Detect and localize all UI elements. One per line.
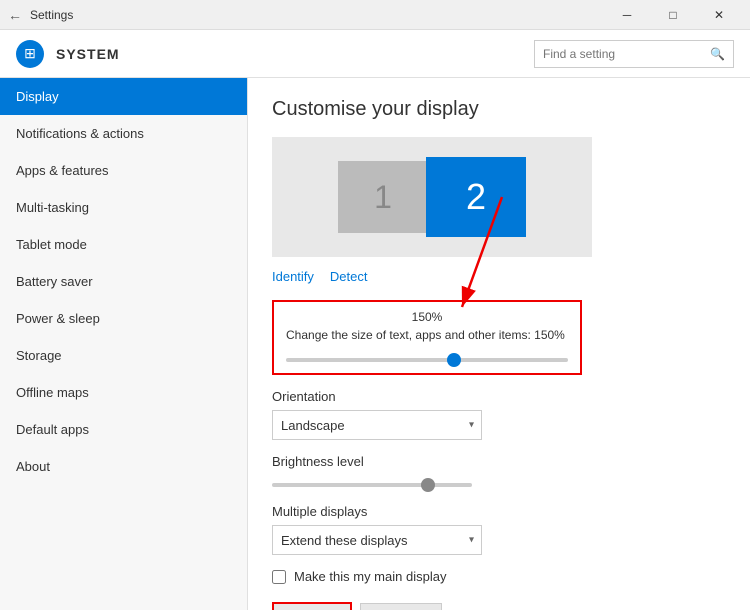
sidebar-item-default[interactable]: Default apps [0,411,247,448]
identify-detect-row: Identify Detect [272,269,726,284]
scale-desc: Change the size of text, apps and other … [286,328,568,342]
titlebar-left: ← Settings [8,7,73,23]
sidebar-item-about[interactable]: About [0,448,247,485]
search-icon: 🔍 [710,47,725,61]
scale-slider[interactable] [286,358,568,362]
back-button[interactable]: ← [8,7,22,23]
sidebar-item-apps[interactable]: Apps & features [0,152,247,189]
system-icon: ⊞ [16,40,44,68]
main-layout: Display Notifications & actions Apps & f… [0,78,750,610]
sidebar-item-display[interactable]: Display [0,78,247,115]
app-header-left: ⊞ SYSTEM [16,40,120,68]
multiple-displays-label: Multiple displays [272,504,726,519]
page-title: Customise your display [272,98,726,121]
monitor-2[interactable]: 2 [426,157,526,237]
orientation-dropdown-wrapper: Landscape Portrait Landscape (flipped) P… [272,410,482,440]
make-main-label[interactable]: Make this my main display [294,569,446,584]
close-button[interactable]: ✕ [696,0,742,30]
sidebar-item-tablet[interactable]: Tablet mode [0,226,247,263]
titlebar-controls: ─ □ ✕ [604,0,742,30]
annotation-container: 1 2 [272,137,592,257]
multiple-displays-dropdown-wrapper: Extend these displays Duplicate these di… [272,525,482,555]
titlebar: ← Settings ─ □ ✕ [0,0,750,30]
sidebar-item-multitasking[interactable]: Multi-tasking [0,189,247,226]
orientation-select[interactable]: Landscape Portrait Landscape (flipped) P… [272,410,482,440]
app-header: ⊞ SYSTEM 🔍 [0,30,750,78]
minimize-button[interactable]: ─ [604,0,650,30]
apply-button[interactable]: Apply [272,602,352,610]
search-input[interactable] [543,47,710,61]
monitor-1[interactable]: 1 [338,161,428,233]
multiple-displays-select[interactable]: Extend these displays Duplicate these di… [272,525,482,555]
sidebar: Display Notifications & actions Apps & f… [0,78,248,610]
button-row: Apply Cancel [272,602,726,610]
main-display-row: Make this my main display [272,569,726,584]
search-box[interactable]: 🔍 [534,40,734,68]
detect-button[interactable]: Detect [330,269,368,284]
sidebar-item-power[interactable]: Power & sleep [0,300,247,337]
scale-slider-container [286,350,568,365]
scale-value: 150% [286,310,568,324]
content-area: Customise your display 1 2 Identify Dete [248,78,750,610]
sidebar-item-storage[interactable]: Storage [0,337,247,374]
sidebar-item-notifications[interactable]: Notifications & actions [0,115,247,152]
app-title: SYSTEM [56,46,120,62]
sidebar-item-battery[interactable]: Battery saver [0,263,247,300]
cancel-button[interactable]: Cancel [360,603,442,610]
identify-button[interactable]: Identify [272,269,314,284]
titlebar-title: Settings [30,8,73,22]
orientation-label: Orientation [272,389,726,404]
brightness-label: Brightness level [272,454,726,469]
maximize-button[interactable]: □ [650,0,696,30]
brightness-slider[interactable] [272,483,472,487]
scale-section: 150% Change the size of text, apps and o… [272,300,582,375]
make-main-checkbox[interactable] [272,570,286,584]
display-preview: 1 2 [272,137,592,257]
sidebar-item-maps[interactable]: Offline maps [0,374,247,411]
